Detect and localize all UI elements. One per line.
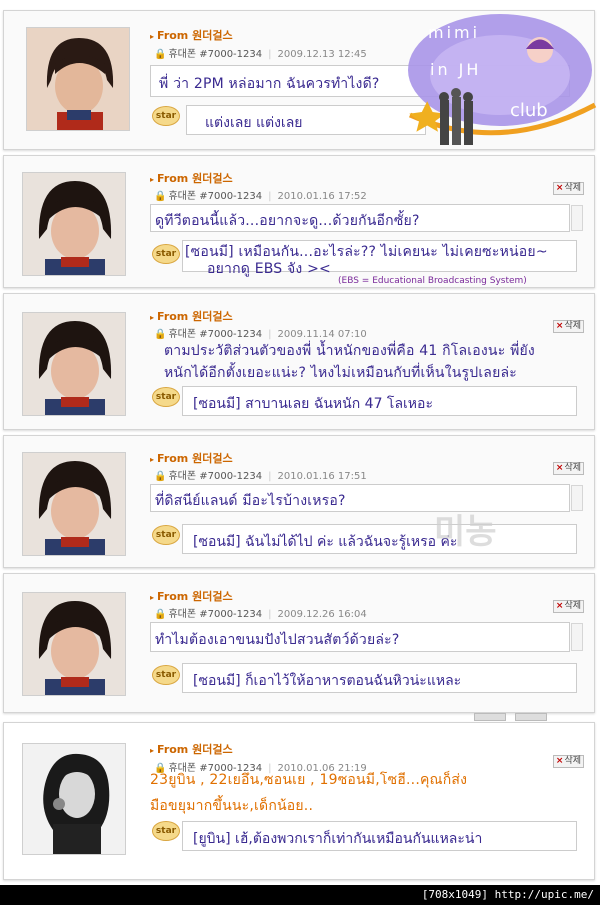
message-box: ที่ดิสนีย์แลนด์ มีอะไรบ้างเหรอ? <box>150 484 583 512</box>
post-card-6: ▸ From 원더걸스 🔒 휴대폰 #7000-1234 | 2010.01.06 21… <box>3 722 595 880</box>
avatar-photo <box>22 312 126 416</box>
message-text-line-2: มือขยุมากขึ้นนะ,เด็กน้อย.. <box>150 798 314 814</box>
star-icon: star <box>152 821 180 841</box>
reply-text: [ซอนมี] สาบานเลย ฉันหนัก 47 โลเหอะ <box>193 396 433 412</box>
star-icon: star <box>152 525 180 545</box>
club-logo: mimi in JH club <box>400 5 600 155</box>
message-text-line-1: 23ยูบิน , 22เยอึน,ซอนเย , 19ซอนมี,โซฮี..… <box>150 772 468 788</box>
footer-text: [708x1049] http://upic.me/ <box>421 888 594 901</box>
lock-icon: 🔒 <box>154 49 167 60</box>
message-box: 23ยูบิน , 22เยอึน,ซอนเย , 19ซอนมี,โซฮี..… <box>150 772 570 817</box>
logo-mid-text: in JH <box>430 60 482 79</box>
sender-label: ▸ From 원더걸스 <box>150 172 233 185</box>
meta-line: 🔒 휴대폰 #7000-1234 | 2009.12.13 12:45 <box>154 49 367 60</box>
meta-line: 🔒 휴대폰 #7000-1234 | 2010.01.16 17:51 <box>154 471 367 482</box>
reply-box: [ซอนมี] เหมือนกัน...อะไรล่ะ?? ไม่เคยนะ ไ… <box>182 240 577 277</box>
message-text: ทำไมต้องเอาขนมปังไปสวนสัตว์ด้วยล่ะ? <box>155 632 400 648</box>
reply-text: [ยูบิน] เฮ้,ต้องพวกเราก็เท่ากันเหมือนกัน… <box>193 831 483 847</box>
lock-icon: 🔒 <box>154 191 167 202</box>
message-box: ทำไมต้องเอาขนมปังไปสวนสัตว์ด้วยล่ะ? <box>150 622 583 652</box>
ebs-note: (EBS = Educational Broadcasting System) <box>338 276 527 286</box>
message-text: ดูทีวีตอนนี้แล้ว...อยากจะดู...ด้วยกันอีก… <box>155 213 420 229</box>
delete-button[interactable]: ×삭제 <box>552 600 584 613</box>
delete-button[interactable]: ×삭제 <box>552 462 584 475</box>
star-icon: star <box>152 244 180 264</box>
delete-button[interactable]: ×삭제 <box>552 182 584 195</box>
post-card-4: ▸ From 원더걸스 🔒 휴대폰 #7000-1234 | 2010.01.16 17… <box>3 435 595 568</box>
post-card-2: ▸ From 원더걸스 🔒 휴대폰 #7000-1234 | 2010.01.16 17… <box>3 155 595 288</box>
scrollbar[interactable] <box>571 623 583 651</box>
avatar-photo <box>22 172 126 276</box>
star-icon: star <box>152 665 180 685</box>
meta-line: 🔒 휴대폰 #7000-1234 | 2009.11.14 07:10 <box>154 329 367 340</box>
sender-label: ▸ From 원더걸스 <box>150 590 233 603</box>
message-text-line-2: หนักได้อีกตั้งเยอะแน่ะ? ไหงไม่เหมือนกับท… <box>164 365 517 381</box>
sender-label: ▸ From 원더걸스 <box>150 452 233 465</box>
message-text-line-1: ตามประวัติส่วนตัวของพี่ น้ำหนักของพี่คือ… <box>164 343 535 359</box>
pager-button[interactable] <box>474 713 506 721</box>
delete-button[interactable]: ×삭제 <box>552 755 584 768</box>
logo-club-text: club <box>510 100 548 121</box>
message-text: พี่ ว่า 2PM หล่อมาก ฉันควรทำไงดี? <box>159 76 380 92</box>
avatar-photo <box>22 592 126 696</box>
reply-box: [ซอนมี] ก็เอาไว้ให้อาหารตอนฉันหิวน่ะแหละ <box>182 663 577 693</box>
sender-label: ▸ From 원더걸스 <box>150 29 233 42</box>
avatar-photo <box>26 27 130 131</box>
footer-bar: [708x1049] http://upic.me/ <box>0 885 600 905</box>
avatar-photo <box>22 743 126 855</box>
lock-icon: 🔒 <box>154 329 167 340</box>
star-icon: star <box>152 387 180 407</box>
sender-label: ▸ From 원더걸스 <box>150 743 233 756</box>
logo-top-text: mimi <box>428 23 481 42</box>
scrollbar[interactable] <box>571 205 583 231</box>
reply-box: [ยูบิน] เฮ้,ต้องพวกเราก็เท่ากันเหมือนกัน… <box>182 821 577 851</box>
meta-line: 🔒 휴대폰 #7000-1234 | 2010.01.16 17:52 <box>154 191 367 202</box>
reply-text-line-2: อยากดู EBS จัง >< <box>207 261 331 277</box>
meta-line: 🔒 휴대폰 #7000-1234 | 2009.12.26 16:04 <box>154 609 367 620</box>
delete-button[interactable]: ×삭제 <box>552 320 584 333</box>
reply-box: แต่งเลย แต่งเลย <box>186 105 426 135</box>
message-box: ตามประวัติส่วนตัวของพี่ น้ำหนักของพี่คือ… <box>150 340 570 381</box>
lock-icon: 🔒 <box>154 471 167 482</box>
avatar-photo <box>22 452 126 556</box>
reply-box: [ซอนมี] ฉันไม่ได้ไป ค่ะ แล้วฉันจะรู้เหรอ… <box>182 524 577 554</box>
message-text: ที่ดิสนีย์แลนด์ มีอะไรบ้างเหรอ? <box>155 493 346 509</box>
message-box: ดูทีวีตอนนี้แล้ว...อยากจะดู...ด้วยกันอีก… <box>150 204 583 232</box>
watermark-text: 미농 <box>434 512 497 552</box>
post-card-3: ▸ From 원더걸스 🔒 휴대폰 #7000-1234 | 2009.11.14 07… <box>3 293 595 430</box>
reply-text: แต่งเลย แต่งเลย <box>205 115 303 131</box>
pager-button[interactable] <box>515 713 548 721</box>
reply-text: [ซอนมี] ก็เอาไว้ให้อาหารตอนฉันหิวน่ะแหละ <box>193 673 462 689</box>
post-card-5: ▸ From 원더걸스 🔒 휴대폰 #7000-1234 | 2009.12.26 16… <box>3 573 595 740</box>
pager-buttons <box>474 706 584 740</box>
star-icon: star <box>152 106 180 126</box>
lock-icon: 🔒 <box>154 609 167 620</box>
scrollbar[interactable] <box>571 485 583 511</box>
reply-text: [ซอนมี] ฉันไม่ได้ไป ค่ะ แล้วฉันจะรู้เหรอ… <box>193 534 458 550</box>
sender-label: ▸ From 원더걸스 <box>150 310 233 323</box>
reply-box: [ซอนมี] สาบานเลย ฉันหนัก 47 โลเหอะ <box>182 386 577 416</box>
